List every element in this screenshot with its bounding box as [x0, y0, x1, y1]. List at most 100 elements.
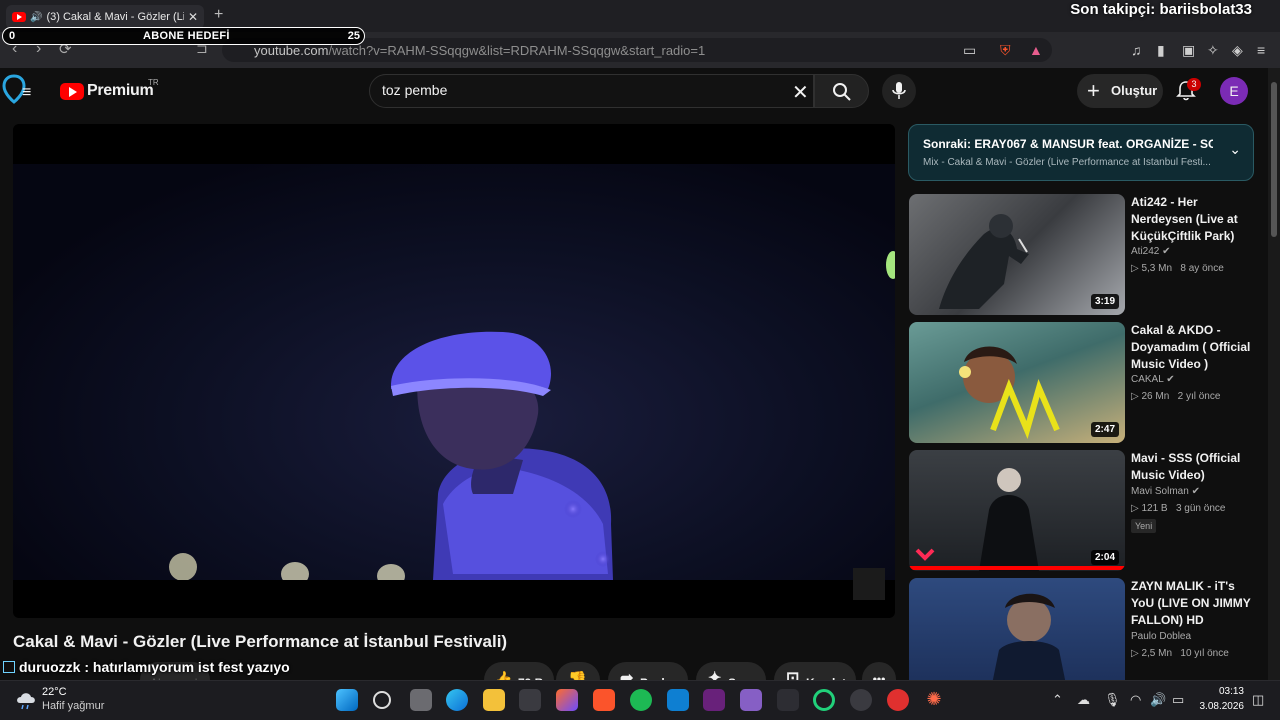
video-title-link[interactable]: Mavi - SSS (Official Music Video): [1131, 450, 1257, 484]
video-title: Cakal & Mavi - Gözler (Live Performance …: [13, 632, 508, 651]
weather-description: Hafif yağmur: [42, 700, 105, 712]
opera-gx-icon[interactable]: [887, 689, 909, 711]
video-duration: 2:04: [1090, 550, 1119, 565]
upload-age: 10 yıl önce: [1180, 648, 1229, 659]
voice-search-button[interactable]: [882, 74, 916, 108]
end-screen-thumbnail[interactable]: [853, 568, 885, 600]
taskbar-search-icon[interactable]: [373, 691, 391, 709]
last-follower-text: Son takipçi: bariisbolat33: [1070, 1, 1252, 18]
chat-platform-icon: [3, 661, 15, 673]
channel-label: Ati242: [1131, 246, 1160, 257]
youtube-brand[interactable]: Premium: [87, 82, 154, 100]
speaker-icon[interactable]: 🔊: [30, 12, 42, 23]
up-next-subtitle: Mix - Cakal & Mavi - Gözler (Live Perfor…: [923, 157, 1211, 168]
sidebar-icon[interactable]: ▮: [1157, 42, 1165, 59]
edge-browser-icon[interactable]: [446, 689, 468, 711]
channel-label: Mavi Solman: [1131, 486, 1189, 497]
verified-icon: ✔: [1162, 246, 1171, 257]
task-view-icon[interactable]: [410, 689, 432, 711]
leo-ai-icon[interactable]: ✧: [1207, 42, 1219, 59]
recommendation-item[interactable]: 2:04 Mavi - SSS (Official Music Video) M…: [908, 450, 1258, 572]
visual-studio-icon[interactable]: [703, 689, 725, 711]
file-explorer-icon[interactable]: [483, 689, 505, 711]
brave-browser-icon[interactable]: [593, 689, 615, 711]
recommendation-item[interactable]: 2:47 Cakal & AKDO - Doyamadım ( Official…: [908, 322, 1258, 444]
m365-icon[interactable]: [556, 689, 578, 711]
close-tab-icon[interactable]: ✕: [188, 10, 198, 24]
channel-name[interactable]: Paulo Doblea: [1131, 631, 1191, 642]
video-thumbnail[interactable]: 2:47: [909, 322, 1125, 443]
video-title-link[interactable]: ZAYN MALIK - iT's YoU (LIVE ON JIMMY FAL…: [1131, 578, 1257, 629]
battery-icon[interactable]: ▭: [1172, 692, 1184, 708]
obs-icon[interactable]: [850, 689, 872, 711]
weather-cloud-rain-icon[interactable]: [14, 689, 38, 711]
view-count: 121 B: [1141, 503, 1168, 514]
clear-search-icon[interactable]: ✕: [792, 80, 809, 105]
video-title-link[interactable]: Cakal & AKDO - Doyamadım ( Official Musi…: [1131, 322, 1257, 373]
upload-age: 2 yıl önce: [1177, 391, 1221, 402]
goal-label: ABONE HEDEFİ: [143, 30, 230, 42]
up-next-panel[interactable]: Sonraki: ERAY067 & MANSUR feat. ORGANİZE…: [908, 124, 1254, 181]
up-next-title: Sonraki: ERAY067 & MANSUR feat. ORGANİZE…: [923, 137, 1213, 151]
create-button[interactable]: + Oluştur: [1077, 74, 1163, 108]
notification-center-icon[interactable]: ◫: [1252, 692, 1264, 708]
new-tab-icon[interactable]: +: [214, 6, 223, 24]
video-title-link[interactable]: Ati242 - Her Nerdeysen (Live at KüçükÇif…: [1131, 194, 1257, 245]
cast-icon[interactable]: ▭: [963, 42, 976, 59]
view-count: 5,3 Mn: [1141, 263, 1173, 274]
subscriber-goal-bar: 0 ABONE HEDEFİ 25: [2, 27, 365, 45]
upload-age: 3 gün önce: [1175, 503, 1226, 514]
search-button[interactable]: [814, 74, 869, 108]
chevron-down-icon[interactable]: ⌄: [1229, 141, 1241, 158]
browser-tab[interactable]: 🔊 (3) Cakal & Mavi - Gözler (Live ✕: [6, 5, 204, 29]
app-spark-icon[interactable]: ✺: [923, 689, 945, 711]
verified-icon: ✔: [1191, 486, 1200, 497]
verified-icon: ✔: [1166, 374, 1175, 385]
store-icon[interactable]: [519, 689, 541, 711]
channel-label: Paulo Doblea: [1131, 631, 1192, 642]
performer-scene: [169, 251, 895, 588]
create-label: Oluştur: [1111, 83, 1158, 98]
account-avatar[interactable]: E: [1220, 77, 1248, 105]
thumbnail-art: [992, 593, 1066, 680]
youtube-logo-icon[interactable]: [60, 83, 84, 100]
recommendation-item[interactable]: ZAYN MALIK - iT's YoU (LIVE ON JIMMY FAL…: [908, 578, 1258, 680]
onedrive-icon[interactable]: ☁: [1077, 692, 1090, 708]
notification-count-badge: 3: [1187, 78, 1201, 91]
scrollbar-thumb[interactable]: [1271, 82, 1277, 237]
video-thumbnail[interactable]: [909, 578, 1125, 680]
video-meta: ▷ 26 Mn 2 yıl önce: [1131, 391, 1221, 402]
brave-rewards-icon[interactable]: ▲: [1029, 42, 1043, 58]
channel-name[interactable]: CAKAL ✔: [1131, 374, 1175, 385]
volume-icon[interactable]: 🔊: [1150, 692, 1166, 708]
visual-studio-preview-icon[interactable]: [740, 689, 762, 711]
hamburger-menu-icon[interactable]: ≡: [22, 84, 31, 102]
plus-icon: +: [1087, 78, 1100, 103]
video-player[interactable]: [13, 124, 895, 618]
menu-icon[interactable]: ≡: [1257, 42, 1265, 58]
vscode-icon[interactable]: [667, 689, 689, 711]
tray-overflow-icon[interactable]: ⌃: [1052, 692, 1063, 708]
vpn-icon[interactable]: ◈: [1232, 42, 1243, 59]
channel-name[interactable]: Mavi Solman ✔: [1131, 486, 1200, 497]
windows-start-icon[interactable]: [336, 689, 358, 711]
channel-name[interactable]: Ati242 ✔: [1131, 246, 1171, 257]
wallet-icon[interactable]: ▣: [1182, 42, 1195, 59]
clock-time[interactable]: 03:13: [1204, 686, 1244, 697]
page-scrollbar[interactable]: [1268, 68, 1280, 680]
recommendation-item[interactable]: 3:19 Ati242 - Her Nerdeysen (Live at Küç…: [908, 194, 1258, 316]
app-ring-icon[interactable]: [813, 689, 835, 711]
brave-shield-icon[interactable]: ⛨: [1000, 42, 1011, 59]
video-thumbnail[interactable]: 2:04: [909, 450, 1125, 571]
clock-date[interactable]: 3.08.2026: [1194, 701, 1245, 712]
video-thumbnail[interactable]: 3:19: [909, 194, 1125, 315]
microphone-tray-icon[interactable]: 🎙: [1104, 692, 1121, 708]
upload-age: 8 ay önce: [1180, 263, 1224, 274]
video-frame[interactable]: [13, 164, 895, 588]
search-input[interactable]: [382, 82, 782, 98]
app-a-icon[interactable]: [777, 689, 799, 711]
wifi-icon[interactable]: ◠: [1130, 692, 1141, 708]
music-icon[interactable]: ♫: [1131, 42, 1142, 58]
search-box[interactable]: [369, 74, 814, 108]
spotify-icon[interactable]: [630, 689, 652, 711]
